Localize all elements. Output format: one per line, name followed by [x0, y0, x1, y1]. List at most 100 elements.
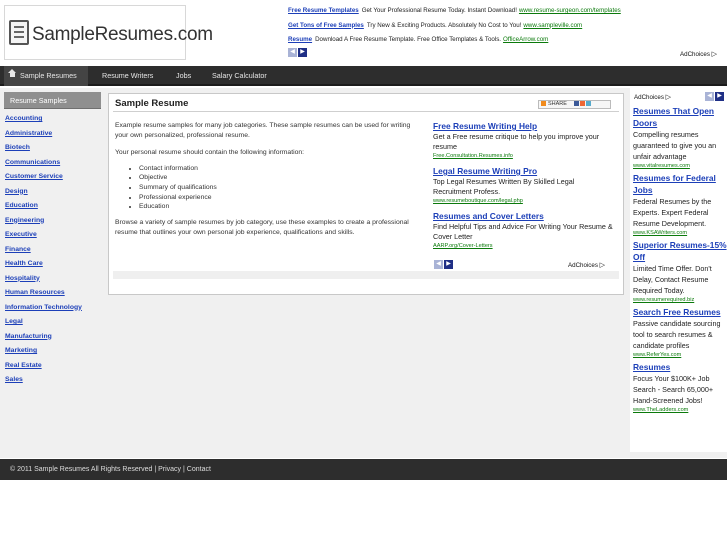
top-ad-arrows: ◀ ▶: [288, 48, 308, 57]
content-panel: Sample Resume SHARE Example resume sampl…: [108, 93, 624, 295]
inline-ad-arrows: ◀ ▶: [434, 260, 454, 269]
panel-footer-bar: [113, 271, 619, 279]
inline-ad-url[interactable]: www.resumeboutique.com/legal.php: [433, 197, 615, 205]
site-logo[interactable]: SampleResumes.com: [4, 5, 213, 60]
chevron-left-icon[interactable]: ◀: [705, 92, 714, 101]
site-footer: © 2011 Sample Resumes All Rights Reserve…: [0, 459, 727, 480]
privacy-link[interactable]: Privacy: [158, 466, 181, 473]
right-ad-title[interactable]: Search Free Resumes: [633, 306, 727, 318]
sidebar-item-hospitality[interactable]: Hospitality: [4, 273, 101, 288]
top-ad-title[interactable]: Get Tons of Free Samples: [288, 22, 364, 29]
chevron-left-icon[interactable]: ◀: [288, 48, 297, 57]
chevron-left-icon[interactable]: ◀: [434, 260, 443, 269]
top-ad-block: Free Resume Templates Get Your Profession…: [288, 4, 724, 48]
sidebar-category-list: Accounting Administrative Biotech Commun…: [4, 113, 101, 389]
intro-paragraph: Your personal resume should contain the …: [115, 149, 305, 156]
right-ad: Resumes Focus Your $100K+ Job Search - S…: [633, 361, 727, 414]
nav-resume-writers[interactable]: Resume Writers: [102, 66, 153, 86]
inline-ad: Free Resume Writing Help Get a Free resu…: [433, 121, 615, 160]
adchoices-link[interactable]: AdChoices ▷: [634, 93, 671, 101]
adchoices-link[interactable]: AdChoices ▷: [680, 50, 717, 58]
inline-ad: Resumes and Cover Letters Find Helpful T…: [433, 211, 615, 250]
sidebar-item-real-estate[interactable]: Real Estate: [4, 360, 101, 375]
right-ad-url[interactable]: www.ReferYes.com: [633, 351, 727, 359]
site-header: SampleResumes.com Free Resume Templates G…: [0, 0, 727, 66]
top-ad-url[interactable]: www.resume-surgeon.com/templates: [519, 7, 621, 14]
facebook-icon: [574, 101, 580, 106]
sidebar-item-customer-service[interactable]: Customer Service: [4, 171, 101, 186]
adchoices-icon: ▷: [599, 262, 606, 269]
sidebar-item-biotech[interactable]: Biotech: [4, 142, 101, 157]
inline-ad-title[interactable]: Legal Resume Writing Pro: [433, 166, 615, 177]
sidebar-item-finance[interactable]: Finance: [4, 244, 101, 259]
sidebar-item-executive[interactable]: Executive: [4, 229, 101, 244]
sidebar-item-design[interactable]: Design: [4, 186, 101, 201]
top-ad: Free Resume Templates Get Your Profession…: [288, 7, 621, 14]
inline-ad-url[interactable]: AARP.org/Cover-Letters: [433, 242, 615, 250]
sidebar-heading: Resume Samples: [4, 92, 101, 109]
right-ad-column: AdChoices ▷ ◀ ▶ Resumes That Open Doors C…: [630, 88, 727, 452]
right-ad-title[interactable]: Resumes: [633, 361, 727, 373]
top-ad-url[interactable]: www.sampleville.com: [523, 22, 582, 29]
right-ad-url[interactable]: www.vitalresumes.com: [633, 162, 727, 170]
right-ad: Resumes for Federal Jobs Federal Resumes…: [633, 172, 727, 237]
sidebar-item-sales[interactable]: Sales: [4, 374, 101, 389]
title-divider: [113, 111, 619, 112]
home-icon: [8, 69, 16, 79]
sidebar-item-communications[interactable]: Communications: [4, 157, 101, 172]
sidebar-item-education[interactable]: Education: [4, 200, 101, 215]
sidebar-item-health-care[interactable]: Health Care: [4, 258, 101, 273]
right-ad-arrows: ◀ ▶: [705, 92, 725, 101]
nav-salary-calculator[interactable]: Salary Calculator: [212, 66, 267, 86]
adchoices-icon: ▷: [665, 94, 672, 101]
resume-info-list: Contact information Objective Summary of…: [139, 164, 421, 213]
nav-sample-resumes[interactable]: Sample Resumes: [4, 66, 88, 86]
inline-ad: Legal Resume Writing Pro Top Legal Resum…: [433, 166, 615, 205]
sidebar-item-accounting[interactable]: Accounting: [4, 113, 101, 128]
right-ad: Superior Resumes-15% Off Limited Time Of…: [633, 239, 727, 304]
right-ad-title[interactable]: Resumes for Federal Jobs: [633, 172, 727, 196]
top-ad-title[interactable]: Free Resume Templates: [288, 7, 359, 14]
right-ad-url[interactable]: www.TheLadders.com: [633, 406, 727, 414]
chevron-right-icon[interactable]: ▶: [298, 48, 307, 57]
intro-paragraph: Example resume samples for many job cate…: [115, 122, 411, 139]
list-item: Contact information: [139, 164, 421, 174]
right-ad-url[interactable]: www.resumerequired.biz: [633, 296, 727, 304]
logo-text: SampleResumes.com: [32, 24, 213, 45]
chevron-right-icon[interactable]: ▶: [715, 92, 724, 101]
copyright-text: © 2011 Sample Resumes All Rights Reserve…: [10, 466, 153, 473]
right-ad-list: Resumes That Open Doors Compelling resum…: [633, 105, 727, 416]
twitter-icon: [586, 101, 592, 106]
right-ad-title[interactable]: Superior Resumes-15% Off: [633, 239, 727, 263]
right-ad-title[interactable]: Resumes That Open Doors: [633, 105, 727, 129]
share-button[interactable]: SHARE: [538, 100, 611, 109]
sidebar-item-manufacturing[interactable]: Manufacturing: [4, 331, 101, 346]
sidebar-item-legal[interactable]: Legal: [4, 316, 101, 331]
intro-paragraph: Browse a variety of sample resumes by jo…: [115, 219, 409, 236]
sidebar-item-marketing[interactable]: Marketing: [4, 345, 101, 360]
right-ad-url[interactable]: www.KSAWriters.com: [633, 229, 727, 237]
right-ad: Search Free Resumes Passive candidate so…: [633, 306, 727, 359]
inline-ad-url[interactable]: Free.Consultation.Resumes.info: [433, 152, 615, 160]
inline-ad-title[interactable]: Free Resume Writing Help: [433, 121, 615, 132]
top-ad: Get Tons of Free Samples Try New & Exciti…: [288, 21, 583, 29]
sidebar-item-information-technology[interactable]: Information Technology: [4, 302, 101, 317]
share-plus-icon: [541, 101, 546, 106]
right-ad: Resumes That Open Doors Compelling resum…: [633, 105, 727, 170]
chevron-right-icon[interactable]: ▶: [444, 260, 453, 269]
sidebar-item-engineering[interactable]: Engineering: [4, 215, 101, 230]
sidebar-item-human-resources[interactable]: Human Resources: [4, 287, 101, 302]
sidebar-item-administrative[interactable]: Administrative: [4, 128, 101, 143]
inline-ad-title[interactable]: Resumes and Cover Letters: [433, 211, 615, 222]
list-item: Education: [139, 202, 421, 212]
contact-link[interactable]: Contact: [187, 466, 211, 473]
top-ad-title[interactable]: Resume: [288, 36, 312, 43]
adchoices-link[interactable]: AdChoices ▷: [568, 261, 605, 269]
main-nav: Sample Resumes Resume Writers Jobs Salar…: [0, 66, 727, 86]
top-ad-url[interactable]: OfficeArrow.com: [503, 36, 548, 43]
list-item: Professional experience: [139, 193, 421, 203]
list-item: Summary of qualifications: [139, 183, 421, 193]
nav-jobs[interactable]: Jobs: [176, 66, 191, 86]
top-ad: Resume Download A Free Resume Template. F…: [288, 36, 549, 43]
inline-ad-block: Free Resume Writing Help Get a Free resu…: [433, 121, 615, 256]
